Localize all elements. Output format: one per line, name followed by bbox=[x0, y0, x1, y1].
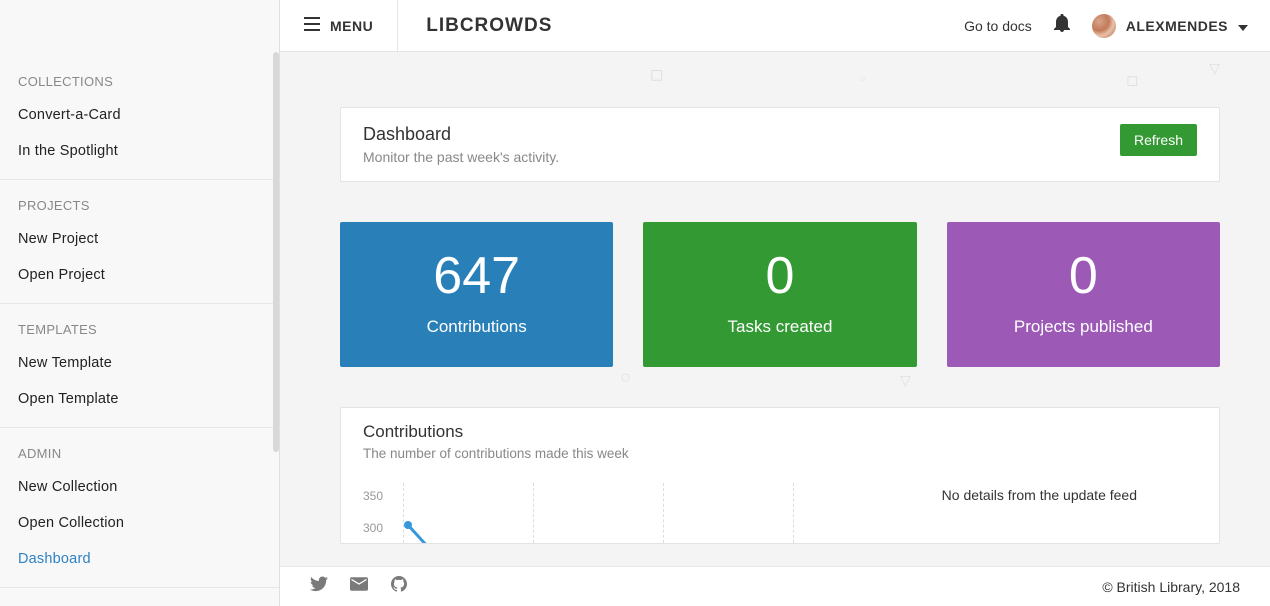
decoration: ◇ bbox=[643, 60, 672, 89]
decoration: ○ bbox=[860, 74, 866, 85]
y-tick-300: 300 bbox=[363, 521, 383, 535]
sidebar-item-new-project[interactable]: New Project bbox=[0, 221, 279, 257]
sidebar-header: PROJECTS bbox=[0, 194, 279, 221]
stat-card-contributions: 647 Contributions bbox=[340, 222, 613, 367]
notifications-icon[interactable] bbox=[1054, 14, 1070, 37]
sidebar-header: COLLECTIONS bbox=[0, 70, 279, 97]
docs-link[interactable]: Go to docs bbox=[964, 18, 1032, 34]
y-tick-350: 350 bbox=[363, 489, 383, 503]
caret-down-icon bbox=[1238, 18, 1248, 34]
logo: LIBCROWDS bbox=[398, 15, 580, 37]
stat-value: 647 bbox=[350, 248, 603, 305]
stat-card-tasks-created: 0 Tasks created bbox=[643, 222, 916, 367]
footer-copyright: © British Library, 2018 bbox=[1102, 579, 1240, 595]
email-icon[interactable] bbox=[350, 576, 368, 597]
menu-icon bbox=[304, 17, 320, 34]
sidebar-item-convert-a-card[interactable]: Convert-a-Card bbox=[0, 97, 279, 133]
stat-value: 0 bbox=[957, 248, 1210, 305]
page-subtitle: Monitor the past week's activity. bbox=[363, 149, 559, 165]
contributions-panel: Contributions The number of contribution… bbox=[340, 407, 1220, 544]
sidebar-item-open-collection[interactable]: Open Collection bbox=[0, 505, 279, 541]
sidebar-item-open-template[interactable]: Open Template bbox=[0, 381, 279, 417]
stat-card-projects-published: 0 Projects published bbox=[947, 222, 1220, 367]
user-menu[interactable]: ALEXMENDES bbox=[1092, 14, 1248, 38]
sidebar-item-in-the-spotlight[interactable]: In the Spotlight bbox=[0, 133, 279, 169]
github-icon[interactable] bbox=[390, 576, 408, 597]
stat-label: Contributions bbox=[350, 317, 603, 337]
stat-label: Projects published bbox=[957, 317, 1210, 337]
topbar-right: Go to docs ALEXMENDES bbox=[964, 14, 1270, 38]
decoration: ◇ bbox=[1121, 68, 1146, 93]
dashboard-header-panel: Dashboard Monitor the past week's activi… bbox=[340, 107, 1220, 182]
twitter-icon[interactable] bbox=[310, 576, 328, 597]
stat-label: Tasks created bbox=[653, 317, 906, 337]
decoration: ▽ bbox=[900, 372, 911, 389]
refresh-button[interactable]: Refresh bbox=[1120, 124, 1197, 156]
sidebar-item-new-template[interactable]: New Template bbox=[0, 345, 279, 381]
contributions-chart: 350 300 bbox=[363, 483, 783, 543]
sidebar-item-new-collection[interactable]: New Collection bbox=[0, 469, 279, 505]
page-title: Dashboard bbox=[363, 124, 559, 145]
menu-label: MENU bbox=[330, 18, 373, 34]
contributions-title: Contributions bbox=[363, 422, 1197, 442]
decoration: ◇ bbox=[280, 480, 283, 505]
username: ALEXMENDES bbox=[1126, 18, 1228, 34]
footer-social bbox=[310, 576, 408, 597]
sidebar: COLLECTIONSConvert-a-CardIn the Spotligh… bbox=[0, 0, 280, 606]
main-content: ◇ ○ ◇ ▽ Dashboard Monitor the past week'… bbox=[280, 52, 1270, 566]
decoration: ▽ bbox=[1209, 60, 1220, 77]
footer: © British Library, 2018 bbox=[280, 566, 1270, 606]
stats-row: 647 Contributions 0 Tasks created 0 Projects … bbox=[340, 222, 1220, 367]
decoration: ○ bbox=[620, 367, 631, 388]
sidebar-header: ADMIN bbox=[0, 442, 279, 469]
menu-button[interactable]: MENU bbox=[280, 0, 398, 52]
sidebar-item-dashboard[interactable]: Dashboard bbox=[0, 541, 279, 577]
contributions-subtitle: The number of contributions made this we… bbox=[363, 446, 1197, 461]
feed-empty-message: No details from the update feed bbox=[942, 483, 1197, 503]
sidebar-item-open-project[interactable]: Open Project bbox=[0, 257, 279, 293]
sidebar-header: TEMPLATES bbox=[0, 318, 279, 345]
sidebar-scrollbar[interactable] bbox=[273, 52, 279, 452]
stat-value: 0 bbox=[653, 248, 906, 305]
avatar bbox=[1092, 14, 1116, 38]
